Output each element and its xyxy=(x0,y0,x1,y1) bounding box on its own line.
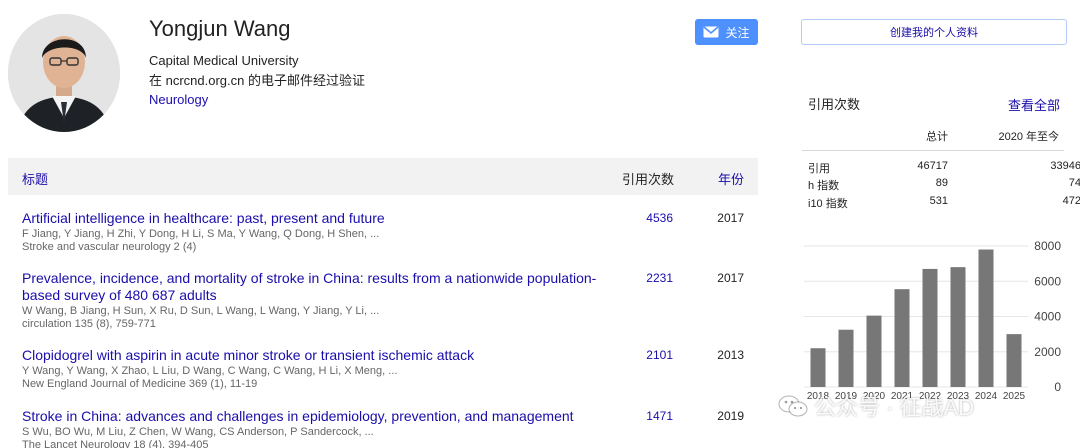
follow-label: 关注 xyxy=(725,25,750,40)
stat-since: 74 xyxy=(1068,177,1080,189)
article-cited-count[interactable]: 1471 xyxy=(612,408,673,425)
stat-since: 472 xyxy=(1062,195,1080,207)
stat-row-h-index: h 指数 89 74 xyxy=(808,177,1080,192)
profile-affiliation: Capital Medical University xyxy=(149,53,299,68)
chart-bar-2021[interactable] xyxy=(894,289,910,387)
watermark: 公众号 · 征战AD xyxy=(778,390,974,422)
cited-by-panel: 创建我的个人资料 引用次数 查看全部 总计 2020 年至今 引用 46717 … xyxy=(786,0,1080,448)
article-title-link[interactable]: Stroke in China: advances and challenges… xyxy=(22,408,612,425)
stat-label: h 指数 xyxy=(808,180,840,192)
profile-verified-email: 在 ncrcnd.org.cn 的电子邮件经过验证 xyxy=(149,73,365,88)
sort-by-cited[interactable]: 引用次数 xyxy=(622,169,674,188)
cited-by-title: 引用次数 xyxy=(808,97,861,112)
stat-all: 89 xyxy=(935,177,948,189)
chart-bar-2020[interactable] xyxy=(866,315,882,387)
sort-by-year[interactable]: 年份 xyxy=(718,169,744,188)
y-tick-label: 8000 xyxy=(1034,239,1061,253)
profile-photo xyxy=(8,14,120,132)
x-tick-label: 2024 xyxy=(975,391,998,402)
article-venue: Stroke and vascular neurology 2 (4) xyxy=(22,241,197,253)
article-year: 2019 xyxy=(717,409,744,423)
article-row: Prevalence, incidence, and mortality of … xyxy=(22,270,758,331)
article-row: Clopidogrel with aspirin in acute minor … xyxy=(22,347,758,391)
chart-bar-2023[interactable] xyxy=(950,267,966,387)
chart-bar-2019[interactable] xyxy=(838,329,854,387)
article-authors: W Wang, B Jiang, H Sun, X Ru, D Sun, L W… xyxy=(22,305,380,317)
citations-per-year-chart: 020004000600080002018 2019 2020 2021 2022 202… xyxy=(804,239,1061,402)
y-tick-label: 2000 xyxy=(1034,345,1061,359)
article-venue: The Lancet Neurology 18 (4), 394-405 xyxy=(22,439,209,448)
article-row: Artificial intelligence in healthcare: p… xyxy=(22,210,758,254)
article-cited-count[interactable]: 2231 xyxy=(612,270,673,287)
x-tick-label: 2025 xyxy=(1003,391,1026,402)
article-title-link[interactable]: Clopidogrel with aspirin in acute minor … xyxy=(22,347,612,364)
stats-divider xyxy=(802,150,1064,151)
article-year: 2017 xyxy=(717,211,744,225)
stat-all: 46717 xyxy=(917,160,948,172)
article-title-link[interactable]: Artificial intelligence in healthcare: p… xyxy=(22,210,612,227)
article-venue: New England Journal of Medicine 369 (1),… xyxy=(22,378,258,390)
article-cited-count[interactable]: 2101 xyxy=(612,347,673,364)
article-venue: circulation 135 (8), 759-771 xyxy=(22,318,156,330)
chart-bar-2022[interactable] xyxy=(922,268,938,387)
article-row: Stroke in China: advances and challenges… xyxy=(22,408,758,448)
follow-button[interactable]: 关注 xyxy=(695,19,758,45)
stat-since: 33946 xyxy=(1050,160,1080,172)
sort-by-title[interactable]: 标题 xyxy=(22,169,48,188)
article-year: 2017 xyxy=(717,271,744,285)
article-cited-count[interactable]: 4536 xyxy=(612,210,673,227)
chart-bar-2025[interactable] xyxy=(1006,334,1022,387)
stat-label: 引用 xyxy=(808,163,830,175)
article-title-link[interactable]: Prevalence, incidence, and mortality of … xyxy=(22,270,612,304)
stat-row-citations: 引用 46717 33946 xyxy=(808,160,1080,175)
article-year: 2013 xyxy=(717,348,744,362)
watermark-text: 公众号 · 征战AD xyxy=(814,395,975,420)
create-profile-button[interactable]: 创建我的个人资料 xyxy=(801,19,1067,45)
article-table-header: 标题 引用次数 年份 xyxy=(8,158,758,195)
column-since-2020: 2020 年至今 xyxy=(998,131,1059,143)
wechat-icon xyxy=(778,395,808,417)
research-interest-link[interactable]: Neurology xyxy=(149,92,208,107)
stat-label: i10 指数 xyxy=(808,198,848,210)
profile-avatar xyxy=(8,14,120,132)
article-authors: F Jiang, Y Jiang, H Zhi, Y Dong, H Li, S… xyxy=(22,228,380,240)
y-tick-label: 0 xyxy=(1054,380,1061,394)
article-authors: S Wu, BO Wu, M Liu, Z Chen, W Wang, CS A… xyxy=(22,426,374,438)
view-all-link[interactable]: 查看全部 xyxy=(1008,95,1060,114)
y-tick-label: 4000 xyxy=(1034,310,1061,324)
chart-bar-2018[interactable] xyxy=(810,348,826,387)
envelope-icon xyxy=(703,26,720,38)
profile-name: Yongjun Wang xyxy=(149,16,291,41)
article-authors: Y Wang, Y Wang, X Zhao, L Liu, D Wang, C… xyxy=(22,365,398,377)
stat-row-i10-index: i10 指数 531 472 xyxy=(808,195,1080,210)
y-tick-label: 6000 xyxy=(1034,274,1061,288)
chart-bar-2024[interactable] xyxy=(978,249,994,387)
column-all: 总计 xyxy=(926,131,948,143)
stat-all: 531 xyxy=(929,195,948,207)
